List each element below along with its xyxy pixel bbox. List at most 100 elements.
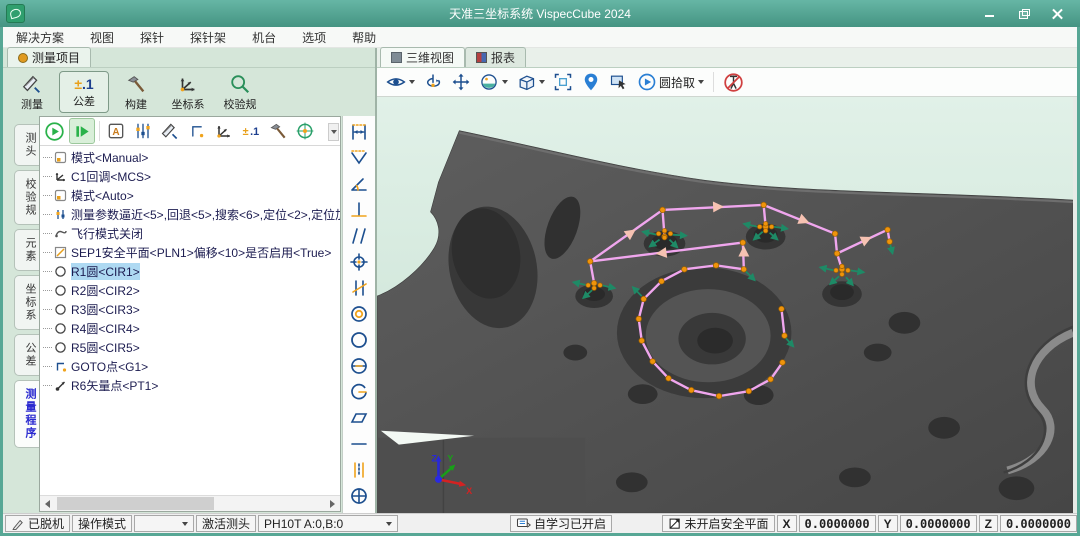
axes-icon [217,126,230,138]
coord-x-label: X [777,515,797,532]
display-options-button[interactable] [383,70,418,94]
tree-item-fly-mode[interactable]: 飞行模式关闭 [40,224,340,243]
program-tree-panel: 模式<Manual> C1回调<MCS> 模式<Auto> 测量参数逼近<5>,… [39,116,341,512]
viewport-3d[interactable]: Z Y X [377,97,1077,513]
goto-button[interactable] [185,119,209,143]
toolbar-overflow-button[interactable] [328,123,339,141]
menu-machine[interactable]: 机台 [239,29,289,46]
tab-measure-project[interactable]: 测量项目 [7,47,91,67]
probe-display-toggle-button[interactable] [720,70,747,94]
no-safety-plane-icon [670,519,679,528]
tree-horizontal-scrollbar[interactable] [40,495,340,511]
zoom-fit-button[interactable] [550,70,576,94]
tree-item-recall-mcs[interactable]: C1回调<MCS> [40,167,340,186]
side-tab-tolerance[interactable]: 公差 [14,334,39,376]
angularity-tool-button[interactable] [346,275,372,300]
tree-item-mode-manual[interactable]: 模式<Manual> [40,148,340,167]
side-tab-element[interactable]: 元素 [14,229,39,271]
shading-mode-button[interactable] [476,70,511,94]
tree-item-vector-point-pt1[interactable]: R6矢量点<PT1> [40,376,340,395]
active-probe-select[interactable]: PH10T A:0,B:0 [258,515,398,532]
side-tab-probe[interactable]: 测头 [14,124,39,166]
feature-icon-column [342,116,375,513]
tree-item-circle-cir5[interactable]: R5圆<CIR5> [40,338,340,357]
dropdown-caret-icon [698,80,704,84]
step-run-button[interactable] [69,118,95,144]
side-tab-program[interactable]: 测量程序 [14,380,39,448]
diameter-tool-button[interactable] [346,353,372,378]
menu-probe-rack[interactable]: 探针架 [177,29,239,46]
scrollbar-thumb[interactable] [57,497,214,510]
menu-probe[interactable]: 探针 [127,29,177,46]
ribbon-construct-button[interactable]: 构建 [111,71,161,113]
circle-tool-button[interactable] [346,327,372,352]
ribbon-gauge-button[interactable]: 校验规 [215,71,265,113]
side-tab-gauge[interactable]: 校验规 [14,170,39,225]
tab-report[interactable]: 报表 [465,47,526,67]
menu-solution[interactable]: 解决方案 [3,29,77,46]
restore-button[interactable] [1018,8,1030,20]
tree-item-circle-cir3[interactable]: R3圆<CIR3> [40,300,340,319]
tolerance-button[interactable] [239,119,263,143]
pan-view-button[interactable] [448,70,474,94]
tree-item-safety-plane[interactable]: SEP1安全平面<PLN1>偏移<10>是否启用<True> [40,243,340,262]
left-panel: 测量项目 测量 ±.1 公差 构建 [3,48,377,513]
parallel-icon [353,229,365,243]
concentricity-tool-button[interactable] [346,301,372,326]
view-orientation-button[interactable] [513,70,548,94]
profile-tool-button[interactable] [346,145,372,170]
position-tool-button[interactable] [346,249,372,274]
close-button[interactable] [1052,8,1064,20]
parameters-button[interactable] [131,119,155,143]
ribbon-coordinate-button[interactable]: 坐标系 [163,71,213,113]
runout-tool-button[interactable] [346,379,372,404]
parallelism-tool-button[interactable] [346,223,372,248]
side-tab-coordinate[interactable]: 坐标系 [14,275,39,330]
marker-button[interactable] [578,70,604,94]
angle-tool-button[interactable] [346,171,372,196]
perpendicularity-tool-button[interactable] [346,197,372,222]
align-button[interactable] [293,119,317,143]
construct-button[interactable] [266,119,290,143]
flatness-icon [352,414,366,422]
circle-pick-button[interactable]: 圆拾取 [634,70,707,94]
ribbon-tolerance-button[interactable]: ±.1 公差 [59,71,109,113]
runout-icon [352,384,366,398]
offline-status: 已脱机 [5,515,70,532]
vector-point-icon [56,382,65,391]
scroll-right-button[interactable] [325,496,340,511]
select-mode-button[interactable] [606,70,632,94]
ribbon-measure-button[interactable]: 测量 [7,71,57,113]
tree-item-circle-cir4[interactable]: R4圆<CIR4> [40,319,340,338]
distance-tool-button[interactable] [346,119,372,144]
tree-item-mode-auto[interactable]: 模式<Auto> [40,186,340,205]
minimize-button[interactable] [984,8,996,20]
measure-button[interactable] [158,119,182,143]
tree-item-goto-g1[interactable]: GOTO点<G1> [40,357,340,376]
menu-view[interactable]: 视图 [77,29,127,46]
dropdown-caret-icon [539,80,545,84]
auto-label-button[interactable] [104,119,128,143]
tree-item-circle-cir2[interactable]: R2圆<CIR2> [40,281,340,300]
tab-3d-view[interactable]: 三维视图 [380,47,465,67]
rotate-view-button[interactable] [420,70,446,94]
coordinate-button[interactable] [212,119,236,143]
flatness-tool-button[interactable] [346,405,372,430]
total-runout-tool-button[interactable] [346,483,372,508]
mode-icon [56,153,66,163]
fit-icon [556,75,571,90]
symmetry-tool-button[interactable] [346,457,372,482]
scroll-left-button[interactable] [40,496,55,511]
menu-help[interactable]: 帮助 [339,29,389,46]
magnifier-icon [232,76,248,92]
coord-y-label: Y [878,515,898,532]
view-tab-strip: 三维视图 报表 [377,48,1077,68]
axis-z-label: Z [432,453,438,463]
axes-icon [56,173,65,181]
operation-mode-select[interactable] [134,515,194,532]
straightness-tool-button[interactable] [346,431,372,456]
tree-item-measure-params[interactable]: 测量参数逼近<5>,回退<5>,搜索<6>,定位<2>,定位加<2>,测量 [40,205,340,224]
run-button[interactable] [42,119,66,143]
tree-item-circle-cir1[interactable]: R1圆<CIR1> [40,262,340,281]
menu-options[interactable]: 选项 [289,29,339,46]
